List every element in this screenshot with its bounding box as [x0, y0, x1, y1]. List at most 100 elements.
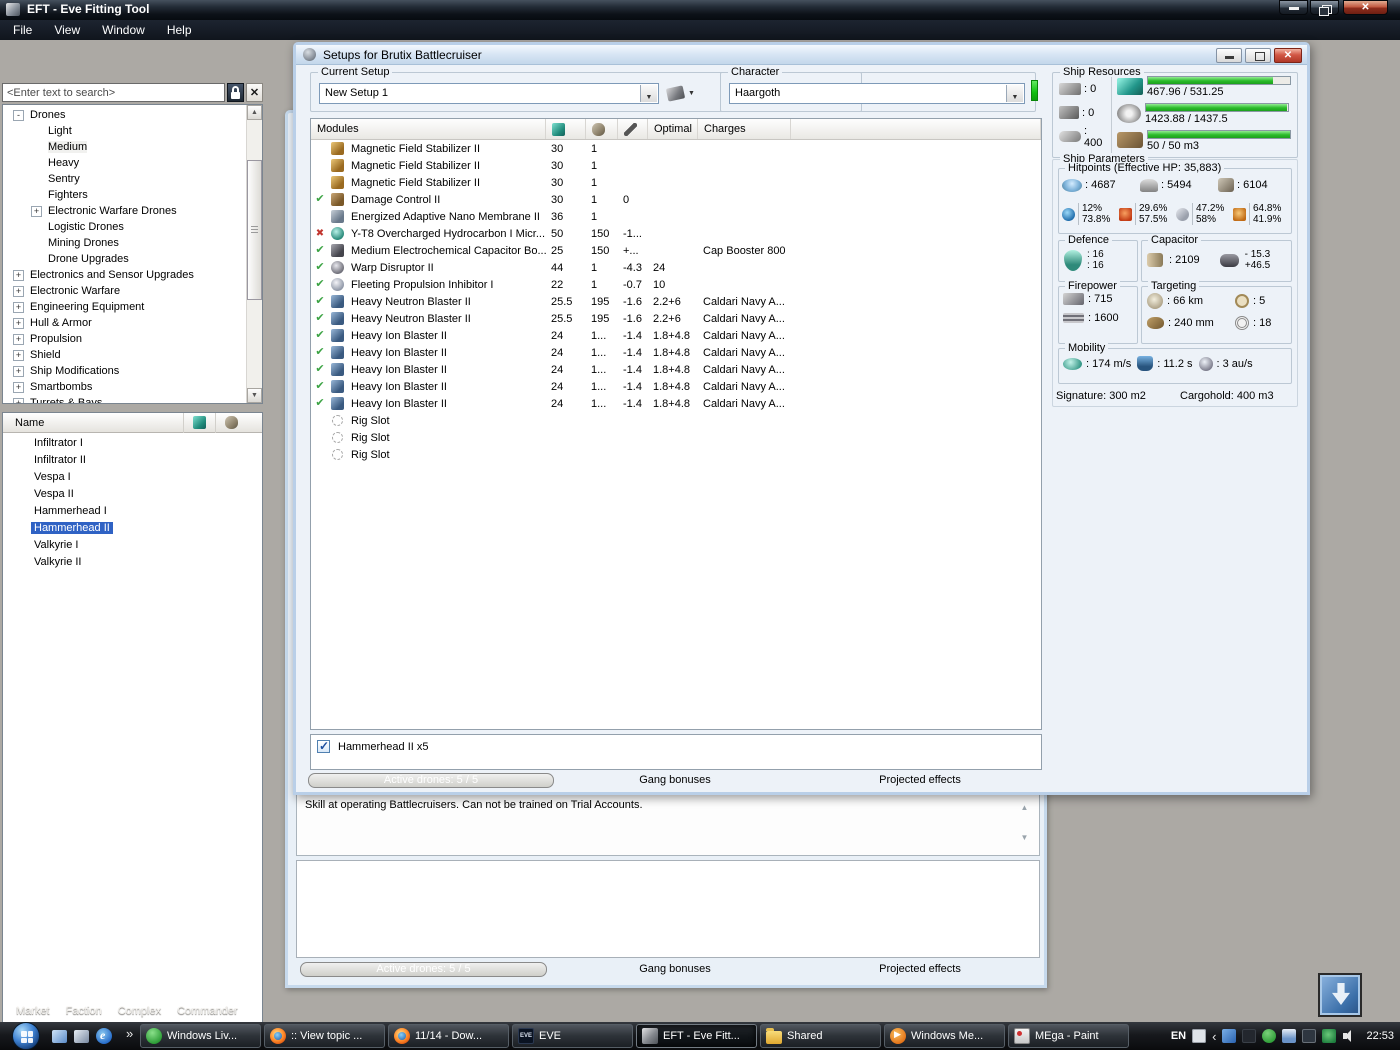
- language-indicator[interactable]: EN: [1171, 1030, 1186, 1042]
- modules-column-header[interactable]: Modules: [311, 119, 546, 139]
- gang-bonuses-label[interactable]: Gang bonuses: [610, 963, 740, 975]
- tree-item-mining-drones[interactable]: Mining Drones: [3, 235, 246, 251]
- collapse-icon[interactable]: -: [13, 109, 24, 121]
- taskbar-button-mega-paint[interactable]: MEga - Paint: [1008, 1024, 1129, 1048]
- close-button[interactable]: [1274, 48, 1302, 63]
- module-row[interactable]: ✖ Y-T8 Overcharged Hydrocarbon I Micr... 5…: [311, 225, 1041, 242]
- character-select[interactable]: Haargoth: [729, 83, 1025, 107]
- search-input[interactable]: [2, 83, 225, 102]
- sync-tray-icon[interactable]: [1222, 1029, 1237, 1043]
- tab-faction[interactable]: Faction: [66, 1005, 102, 1017]
- taskbar-button-eve[interactable]: EVE: [512, 1024, 633, 1048]
- tree-item-fighters[interactable]: Fighters: [3, 187, 246, 203]
- chevron-down-icon[interactable]: [1006, 85, 1023, 107]
- quick-launch-chevron[interactable]: »: [126, 1026, 133, 1041]
- expand-icon[interactable]: +: [13, 285, 24, 297]
- drone-row[interactable]: Hammerhead II x5: [311, 735, 1041, 753]
- tree-scrollbar[interactable]: [246, 105, 262, 403]
- expand-icon[interactable]: +: [13, 317, 24, 329]
- menu-item-view[interactable]: View: [43, 21, 91, 39]
- menu-item-file[interactable]: File: [2, 21, 43, 39]
- taskbar-button-shared[interactable]: Shared: [760, 1024, 881, 1048]
- restore-button[interactable]: [1310, 0, 1339, 16]
- expand-icon[interactable]: +: [13, 349, 24, 361]
- chevron-down-icon[interactable]: [640, 85, 657, 107]
- network-tray-icon[interactable]: [1322, 1029, 1337, 1043]
- tree-item-sentry[interactable]: Sentry: [3, 171, 246, 187]
- active-drones-bar[interactable]: Active drones: 5 / 5: [308, 773, 554, 788]
- menu-item-window[interactable]: Window: [91, 21, 156, 39]
- list-item-hammerhead-i[interactable]: Hammerhead I: [3, 502, 262, 519]
- optimal-column-header[interactable]: Optimal: [648, 119, 698, 139]
- tree-item-electronic-warfare-drones[interactable]: + Electronic Warfare Drones: [3, 203, 246, 219]
- tree-item-drone-upgrades[interactable]: Drone Upgrades: [3, 251, 246, 267]
- module-row[interactable]: ✔ Heavy Neutron Blaster II 25.5 195 -1.6 2.2+…: [311, 293, 1041, 310]
- list-item-infiltrator-i[interactable]: Infiltrator I: [3, 434, 262, 451]
- projected-effects-label[interactable]: Projected effects: [855, 963, 985, 975]
- module-row[interactable]: Magnetic Field Stabilizer II 30 1: [311, 174, 1041, 191]
- start-button[interactable]: [12, 1022, 40, 1050]
- scroll-thumb[interactable]: [247, 160, 262, 300]
- module-row[interactable]: ✔ Fleeting Propulsion Inhibitor I 22 1 -0.7 1…: [311, 276, 1041, 293]
- show-desktop-icon[interactable]: [52, 1029, 67, 1043]
- module-row[interactable]: ✔ Medium Electrochemical Capacitor Bo... 2…: [311, 242, 1041, 259]
- expand-icon[interactable]: +: [13, 365, 24, 377]
- modules-header[interactable]: Modules Optimal Charges: [311, 119, 1041, 140]
- tree-item-light[interactable]: Light: [3, 123, 246, 139]
- lock-button[interactable]: [227, 83, 244, 102]
- gang-bonuses-label[interactable]: Gang bonuses: [610, 774, 740, 786]
- scroll-up-arrow[interactable]: [247, 105, 262, 120]
- tree-item-ship-modifications[interactable]: + Ship Modifications: [3, 363, 246, 379]
- tree-item-shield[interactable]: + Shield: [3, 347, 246, 363]
- expand-icon[interactable]: +: [13, 381, 24, 393]
- name-column-header[interactable]: Name: [3, 417, 183, 429]
- window-tray-icon[interactable]: [1302, 1029, 1317, 1043]
- expand-icon[interactable]: +: [13, 333, 24, 345]
- module-row[interactable]: ✔ Warp Disruptor II 44 1 -4.3 24: [311, 259, 1041, 276]
- tab-market[interactable]: Market: [16, 1005, 50, 1017]
- tree-item-heavy[interactable]: Heavy: [3, 155, 246, 171]
- collapse-chevron-icon[interactable]: ‹: [1212, 1030, 1216, 1043]
- minimize-button[interactable]: [1279, 0, 1308, 15]
- expand-icon[interactable]: +: [31, 205, 42, 217]
- menu-item-help[interactable]: Help: [156, 21, 203, 39]
- list-item-valkyrie-i[interactable]: Valkyrie I: [3, 536, 262, 553]
- module-row[interactable]: ✔ Heavy Ion Blaster II 24 1... -1.4 1.8+4.8 Ca…: [311, 378, 1041, 395]
- window-switcher-icon[interactable]: [74, 1029, 89, 1043]
- taskbar-button-view-topic[interactable]: :: View topic ...: [264, 1024, 385, 1048]
- setup-select[interactable]: New Setup 1: [319, 83, 659, 107]
- tree-item-smartbombs[interactable]: + Smartbombs: [3, 379, 246, 395]
- projected-effects-label[interactable]: Projected effects: [855, 774, 985, 786]
- module-row[interactable]: Magnetic Field Stabilizer II 30 1: [311, 157, 1041, 174]
- minimize-button[interactable]: [1216, 48, 1242, 63]
- expand-icon[interactable]: +: [13, 397, 24, 403]
- tree-item-electronics-and-sensor-upgrades[interactable]: + Electronics and Sensor Upgrades: [3, 267, 246, 283]
- module-row[interactable]: ✔ Heavy Ion Blaster II 24 1... -1.4 1.8+4.8 Ca…: [311, 344, 1041, 361]
- list-item-infiltrator-ii[interactable]: Infiltrator II: [3, 451, 262, 468]
- module-row[interactable]: Energized Adaptive Nano Membrane II 36 1: [311, 208, 1041, 225]
- tree-item-hull-armor[interactable]: + Hull & Armor: [3, 315, 246, 331]
- scroll-down-arrow[interactable]: [247, 388, 262, 403]
- module-row[interactable]: ✔ Damage Control II 30 1 0: [311, 191, 1041, 208]
- module-row[interactable]: ✔ Heavy Ion Blaster II 24 1... -1.4 1.8+4.8 Ca…: [311, 395, 1041, 412]
- messenger-tray-icon[interactable]: [1262, 1029, 1277, 1043]
- module-row[interactable]: ✔ Heavy Ion Blaster II 24 1... -1.4 1.8+4.8 Ca…: [311, 361, 1041, 378]
- module-row[interactable]: Rig Slot: [311, 446, 1041, 463]
- maximize-button[interactable]: [1245, 48, 1271, 63]
- tree-item-drones[interactable]: - Drones: [3, 107, 246, 123]
- tab-complex[interactable]: Complex: [118, 1005, 161, 1017]
- taskbar-button-windows-liv[interactable]: Windows Liv...: [140, 1024, 261, 1048]
- clear-search-button[interactable]: [246, 83, 263, 102]
- charges-column-header[interactable]: Charges: [698, 119, 791, 139]
- taskbar-button-11-14-dow[interactable]: 11/14 - Dow...: [388, 1024, 509, 1048]
- list-item-vespa-ii[interactable]: Vespa II: [3, 485, 262, 502]
- tree-item-logistic-drones[interactable]: Logistic Drones: [3, 219, 246, 235]
- expand-icon[interactable]: +: [13, 269, 24, 281]
- keyboard-icon[interactable]: [1192, 1029, 1207, 1043]
- module-row[interactable]: ✔ Heavy Neutron Blaster II 25.5 195 -1.6 2.2+…: [311, 310, 1041, 327]
- active-drones-bar[interactable]: Active drones: 5 / 5: [300, 962, 547, 977]
- ie-icon[interactable]: [96, 1028, 112, 1044]
- document-tray-icon[interactable]: [1282, 1029, 1297, 1043]
- setup-menu-button[interactable]: [665, 82, 711, 105]
- module-row[interactable]: Rig Slot: [311, 412, 1041, 429]
